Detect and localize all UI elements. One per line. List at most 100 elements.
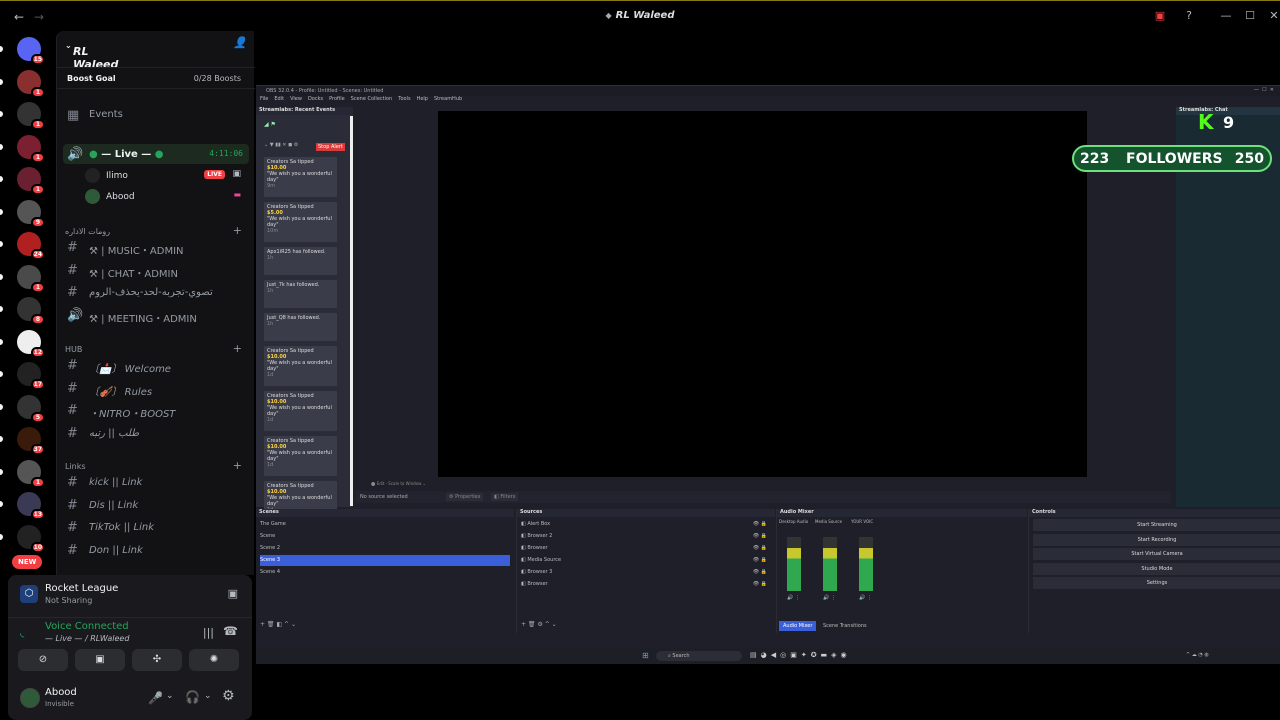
obs-window-controls[interactable]: — ☐ ✕ (1254, 87, 1274, 93)
event-card[interactable]: Creators Sa tipped $10.00 "We wish you a w… (264, 157, 337, 197)
server-icon[interactable]: 37 (17, 427, 45, 455)
create-channel-icon[interactable]: + (233, 342, 242, 355)
system-tray[interactable]: ^ ☁ ◔ ◍ (1186, 652, 1209, 658)
source-item[interactable]: ◧ Browser 👁 🔒 (521, 543, 771, 554)
source-toolbar-buttons[interactable]: + 🗑 ⚙ ^ ⌄ (521, 621, 557, 628)
server-icon[interactable]: 10 (17, 524, 45, 553)
microphone-icon[interactable]: 🎤 (148, 691, 163, 705)
server-icon[interactable]: 12 (17, 329, 45, 358)
soundboard-button[interactable]: ✺ (189, 649, 239, 671)
boost-goal-bar[interactable]: Boost Goal 0/28 Boosts (57, 67, 255, 89)
close-icon[interactable]: ✕ (1266, 9, 1280, 22)
channel-item[interactable]: # Dis || Link (63, 495, 249, 515)
server-icon[interactable]: 8 (17, 297, 45, 325)
scene-toolbar[interactable]: + 🗑 ◧ ^ ⌄ (260, 621, 296, 628)
help-icon[interactable]: ? (1181, 9, 1197, 22)
event-card[interactable]: Creators Sa tipped $10.00 "We wish you a w… (264, 391, 337, 431)
visibility-lock-icon[interactable]: 👁 🔒 (753, 531, 767, 542)
category-header[interactable]: Links (65, 462, 86, 471)
properties-button[interactable]: ⚙ Properties (446, 493, 484, 501)
obs-menu-item[interactable]: Profile (329, 96, 345, 102)
source-item[interactable]: ◧ Browser 3 👁 🔒 (521, 567, 771, 578)
obs-menu-item[interactable]: Help (417, 96, 428, 102)
event-card[interactable]: Creators Sa tipped $5.00 "We wish you a wo… (264, 202, 337, 242)
control-button[interactable]: Start Virtual Camera (1033, 548, 1280, 560)
server-icon[interactable]: 5 (17, 394, 45, 423)
server-icon[interactable]: 15 (17, 37, 45, 65)
filters-button[interactable]: ◧ Filters (491, 493, 519, 501)
source-item[interactable]: ◧ Alert Box 👁 🔒 (521, 519, 771, 530)
guild-header[interactable]: RL Waleed ⌄ 👤 (57, 31, 255, 71)
server-icon[interactable]: 1 (17, 134, 45, 163)
category-header[interactable]: HUB (65, 345, 82, 354)
scene-item[interactable]: Scene 4 (260, 567, 510, 578)
event-card[interactable]: Apx1iR25 has followed. 1h (264, 247, 337, 275)
voice-channel-live[interactable]: 🔊 ● — Live — ● 4:11:06 (63, 144, 249, 164)
mixer-tab-transitions[interactable]: Scene Transitions (819, 621, 871, 631)
obs-menu-item[interactable]: View (290, 96, 302, 102)
visibility-lock-icon[interactable]: 👁 🔒 (753, 543, 767, 554)
category-header[interactable]: رومات الاداره (65, 227, 110, 236)
control-button[interactable]: Start Streaming (1033, 519, 1280, 531)
mixer-mute-icon[interactable]: 🔊 ⋮ (787, 595, 800, 601)
obs-menu-item[interactable]: File (260, 96, 268, 102)
create-channel-icon[interactable]: + (233, 224, 242, 237)
event-card[interactable]: Just_7k has followed. 1h (264, 280, 337, 308)
control-button[interactable]: Start Recording (1033, 533, 1280, 546)
channel-item[interactable]: # طلب || رتبه (63, 423, 249, 443)
channel-item[interactable]: # ⚒ | CHAT・ADMIN (63, 260, 249, 280)
noise-suppression-icon[interactable]: ||| (203, 626, 214, 639)
visibility-lock-icon[interactable]: 👁 🔒 (753, 519, 767, 530)
volume-meter[interactable] (859, 537, 873, 591)
maximize-icon[interactable]: ☐ (1242, 9, 1258, 22)
server-icon[interactable]: 1 (17, 167, 45, 195)
scene-item[interactable]: Scene (260, 531, 510, 542)
headphones-icon[interactable]: 🎧 (185, 690, 200, 704)
obs-menu-item[interactable]: Scene Collection (351, 96, 393, 102)
channel-item[interactable]: 🔊 ⚒ | MEETING・ADMIN (63, 305, 249, 325)
camera-off-button[interactable]: ⊘ (18, 649, 68, 671)
channel-item[interactable]: # تصوي-تجربه-لحد-يحذف-الروم (63, 282, 249, 302)
scene-item[interactable]: The Game (260, 519, 510, 530)
server-icon[interactable]: 1 (17, 69, 45, 98)
events-scrollbar[interactable] (350, 116, 353, 506)
channel-item[interactable]: # Don || Link (63, 540, 249, 560)
disconnect-icon[interactable]: ☎ (223, 624, 238, 638)
server-icon[interactable]: 1 (17, 102, 45, 130)
channel-item[interactable]: # TikTok || Link (63, 517, 249, 537)
event-card[interactable]: Creators Sa tipped $10.00 "We wish you a w… (264, 436, 337, 476)
voice-user-abood[interactable]: Abood ▬ (85, 187, 245, 207)
event-card[interactable]: Just_Q8 has followed. 1h (264, 313, 337, 341)
voice-user-ilimo[interactable]: Ilimo LIVE ▣ (85, 166, 245, 186)
channel-item[interactable]: # kick || Link (63, 472, 249, 492)
mixer-mute-icon[interactable]: 🔊 ⋮ (823, 595, 836, 601)
taskbar-search[interactable]: ⌕ Search (656, 651, 742, 661)
obs-menu-item[interactable]: Edit (274, 96, 284, 102)
scene-item[interactable]: Scene 3 (260, 555, 510, 566)
source-item[interactable]: ◧ Media Source 👁 🔒 (521, 555, 771, 566)
server-icon[interactable]: 9 (17, 199, 45, 228)
chevron-down-icon[interactable]: ⌄ (204, 691, 212, 701)
preview-canvas[interactable] (438, 111, 1087, 477)
scene-item[interactable]: Scene 2 (260, 543, 510, 554)
channel-item[interactable]: # 〔🎻〕 Rules (63, 378, 249, 398)
server-icon[interactable]: 17 (17, 362, 45, 390)
preview-toolbar[interactable]: ⬤ Edit · Scale to Window ⌄ (371, 481, 426, 486)
server-icon[interactable]: 1 (17, 264, 45, 293)
visibility-lock-icon[interactable]: 👁 🔒 (753, 579, 767, 590)
visibility-lock-icon[interactable]: 👁 🔒 (753, 567, 767, 578)
settings-gear-icon[interactable]: ⚙ (222, 688, 235, 704)
visibility-lock-icon[interactable]: 👁 🔒 (753, 555, 767, 566)
voice-status[interactable]: Voice Connected (45, 621, 129, 632)
mixer-tab-audio[interactable]: Audio Mixer (779, 621, 817, 631)
channel-item[interactable]: # 〔📩〕 Welcome (63, 355, 249, 375)
server-icon[interactable]: 13 (17, 492, 45, 520)
control-button[interactable]: Studio Mode (1033, 562, 1280, 575)
taskbar-apps[interactable]: ▤◕◀◎▣✦✪▬◈◉ (750, 651, 851, 659)
user-name[interactable]: Abood (45, 687, 77, 698)
channel-item[interactable]: # ・NITRO・BOOST (63, 400, 249, 420)
voice-channel[interactable]: — Live — / RLWaleed (45, 634, 129, 643)
obs-menu-item[interactable]: StreamHub (434, 96, 462, 102)
stream-icon[interactable]: ▣ (228, 587, 238, 600)
control-button[interactable]: Settings (1033, 577, 1280, 589)
